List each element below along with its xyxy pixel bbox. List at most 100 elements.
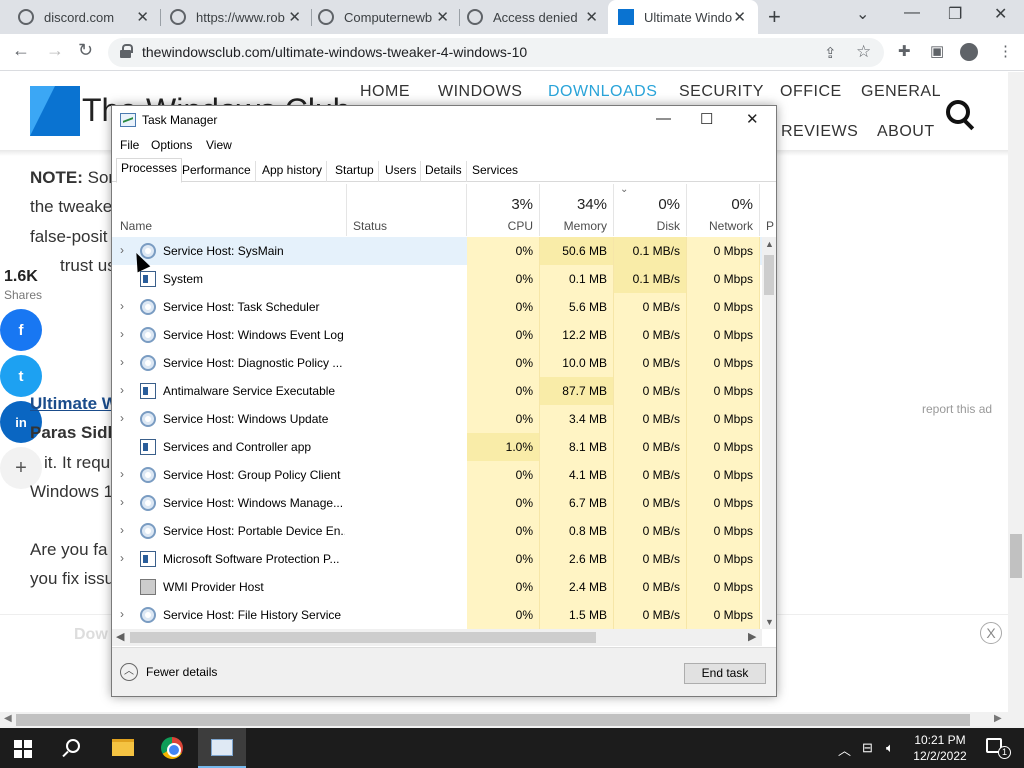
ad-close-icon[interactable]: X [980,622,1002,644]
tab-app-history[interactable]: App history [258,161,328,182]
tab-search-icon[interactable]: ⌄ [856,4,869,24]
windows-start-icon[interactable] [14,740,32,758]
expand-chevron-icon[interactable]: › [120,327,124,341]
tab-performance[interactable]: Performance [178,161,256,182]
column-memory[interactable]: 34% Memory [540,184,614,236]
expand-chevron-icon[interactable]: › [120,467,124,481]
menu-dots-icon[interactable]: ⋮ [998,42,1013,60]
tab-processes[interactable]: Processes [116,158,183,183]
network-icon[interactable]: ⊟ [862,740,873,756]
tab-startup[interactable]: Startup [331,161,379,182]
process-row[interactable]: › Service Host: Windows Manage... 0% 6.7 MB… [112,489,762,517]
browser-tab[interactable]: https://www.rob ✕ [170,0,305,34]
tray-overflow-icon[interactable]: ︿ [838,740,851,759]
chrome-app[interactable] [148,728,196,768]
fewer-details-button[interactable]: ︿ Fewer details [120,663,217,681]
process-row[interactable]: › Service Host: Portable Device En... 0% 0.… [112,517,762,545]
process-row[interactable]: WMI Provider Host 0% 2.4 MB 0 MB/s 0 Mbps [112,573,762,601]
process-row[interactable]: › Service Host: Group Policy Client 0% 4.1 … [112,461,762,489]
close-icon[interactable]: ✕ [746,110,759,128]
close-tab-icon[interactable]: ✕ [436,8,449,26]
process-row[interactable]: › Service Host: File History Service 0% 1.5… [112,601,762,629]
nav-general[interactable]: GENERAL [861,83,941,101]
page-horizontal-scrollbar[interactable]: ◀ ▶ [0,712,1024,728]
browser-tab[interactable]: Access denied ✕ [467,0,602,34]
process-row[interactable]: › Service Host: Windows Event Log 0% 12.2 M… [112,321,762,349]
process-row[interactable]: › Service Host: Diagnostic Policy ... 0% 10… [112,349,762,377]
menu-options[interactable]: Options [151,138,192,152]
minimize-icon[interactable]: — [904,4,920,22]
expand-chevron-icon[interactable]: › [120,411,124,425]
nav-downloads[interactable]: DOWNLOADS [548,83,657,101]
expand-chevron-icon[interactable]: › [120,299,124,313]
twitter-share-icon[interactable]: t [0,355,42,397]
process-row[interactable]: › Antimalware Service Executable 0% 87.7 MB… [112,377,762,405]
close-tab-icon[interactable]: ✕ [585,8,598,26]
browser-tab-active[interactable]: Ultimate Windo ✕ [608,0,758,34]
nav-windows[interactable]: WINDOWS [438,83,522,101]
tab-services[interactable]: Services [468,161,522,182]
process-row[interactable]: System 0% 0.1 MB 0.1 MB/s 0 Mbps [112,265,762,293]
report-ad-link[interactable]: report this ad [922,402,992,416]
share-icon[interactable]: ⇪ [824,44,837,62]
file-explorer-app[interactable] [98,728,146,768]
close-tab-icon[interactable]: ✕ [136,8,149,26]
new-tab-icon[interactable]: + [768,4,781,30]
column-status[interactable]: Status [347,184,467,236]
nav-security[interactable]: SECURITY [679,83,764,101]
process-row[interactable]: › Service Host: SysMain 0% 50.6 MB 0.1 MB/s 0… [112,237,762,265]
article-heading[interactable]: Ultimate W [30,394,118,414]
menu-file[interactable]: File [120,138,139,152]
forward-icon[interactable]: → [46,40,64,61]
close-window-icon[interactable]: ✕ [994,4,1007,24]
address-bar[interactable]: thewindowsclub.com/ultimate-windows-twea… [108,38,884,67]
process-list-scrollbar[interactable]: ▲ ▼ [762,237,776,629]
end-task-button[interactable]: End task [684,663,766,684]
extensions-icon[interactable]: ✚ [898,42,911,60]
restore-icon[interactable]: ❐ [948,4,962,24]
expand-chevron-icon[interactable]: › [120,523,124,537]
reload-icon[interactable]: ↻ [78,40,93,61]
taskbar-search-icon[interactable] [66,739,80,753]
system-clock[interactable]: 10:21 PM 12/2/2022 [908,732,972,764]
expand-chevron-icon[interactable]: › [120,495,124,509]
nav-reviews[interactable]: REVIEWS [781,123,858,141]
menu-view[interactable]: View [206,138,232,152]
column-name[interactable]: Name [112,184,347,236]
column-cpu[interactable]: 3% CPU [467,184,540,236]
process-row[interactable]: › Service Host: Task Scheduler 0% 5.6 MB 0 M… [112,293,762,321]
expand-chevron-icon[interactable]: › [120,607,124,621]
maximize-icon[interactable]: ☐ [700,110,713,128]
facebook-share-icon[interactable]: f [0,309,42,351]
column-network[interactable]: 0% Network [687,184,760,236]
browser-tab[interactable]: discord.com ✕ [18,0,153,34]
browser-tab[interactable]: Computernewb ✕ [318,0,453,34]
volume-icon[interactable]: 🔈︎ [886,740,894,756]
process-row[interactable]: Services and Controller app 1.0% 8.1 MB 0 M… [112,433,762,461]
nav-home[interactable]: HOME [360,83,410,101]
side-panel-icon[interactable]: ▣ [930,42,944,60]
column-power[interactable]: P [760,184,776,236]
close-tab-icon[interactable]: ✕ [733,8,746,26]
process-list-hscrollbar[interactable]: ◀ ▶ [112,629,762,646]
bookmark-star-icon[interactable]: ☆ [856,42,871,62]
task-manager-app[interactable] [198,728,246,768]
expand-chevron-icon[interactable]: › [120,551,124,565]
tab-details[interactable]: Details [421,161,467,182]
notification-icon[interactable]: 1 [986,738,1011,759]
minimize-icon[interactable]: — [656,110,671,127]
expand-chevron-icon[interactable]: › [120,243,124,257]
process-row[interactable]: › Microsoft Software Protection P... 0% 2.6… [112,545,762,573]
nav-about[interactable]: ABOUT [877,123,935,141]
expand-chevron-icon[interactable]: › [120,383,124,397]
task-manager-titlebar[interactable]: Task Manager — ☐ ✕ [112,106,776,134]
site-search-icon[interactable] [944,98,978,132]
author-name[interactable]: Paras Sidh [30,423,118,443]
column-disk[interactable]: ⌄ 0% Disk [614,184,687,236]
close-tab-icon[interactable]: ✕ [288,8,301,26]
page-vertical-scrollbar[interactable] [1008,72,1024,712]
tab-users[interactable]: Users [381,161,422,182]
back-icon[interactable]: ← [12,40,30,61]
process-row[interactable]: › Service Host: Windows Update 0% 3.4 MB 0 M… [112,405,762,433]
profile-avatar-icon[interactable] [960,43,978,61]
